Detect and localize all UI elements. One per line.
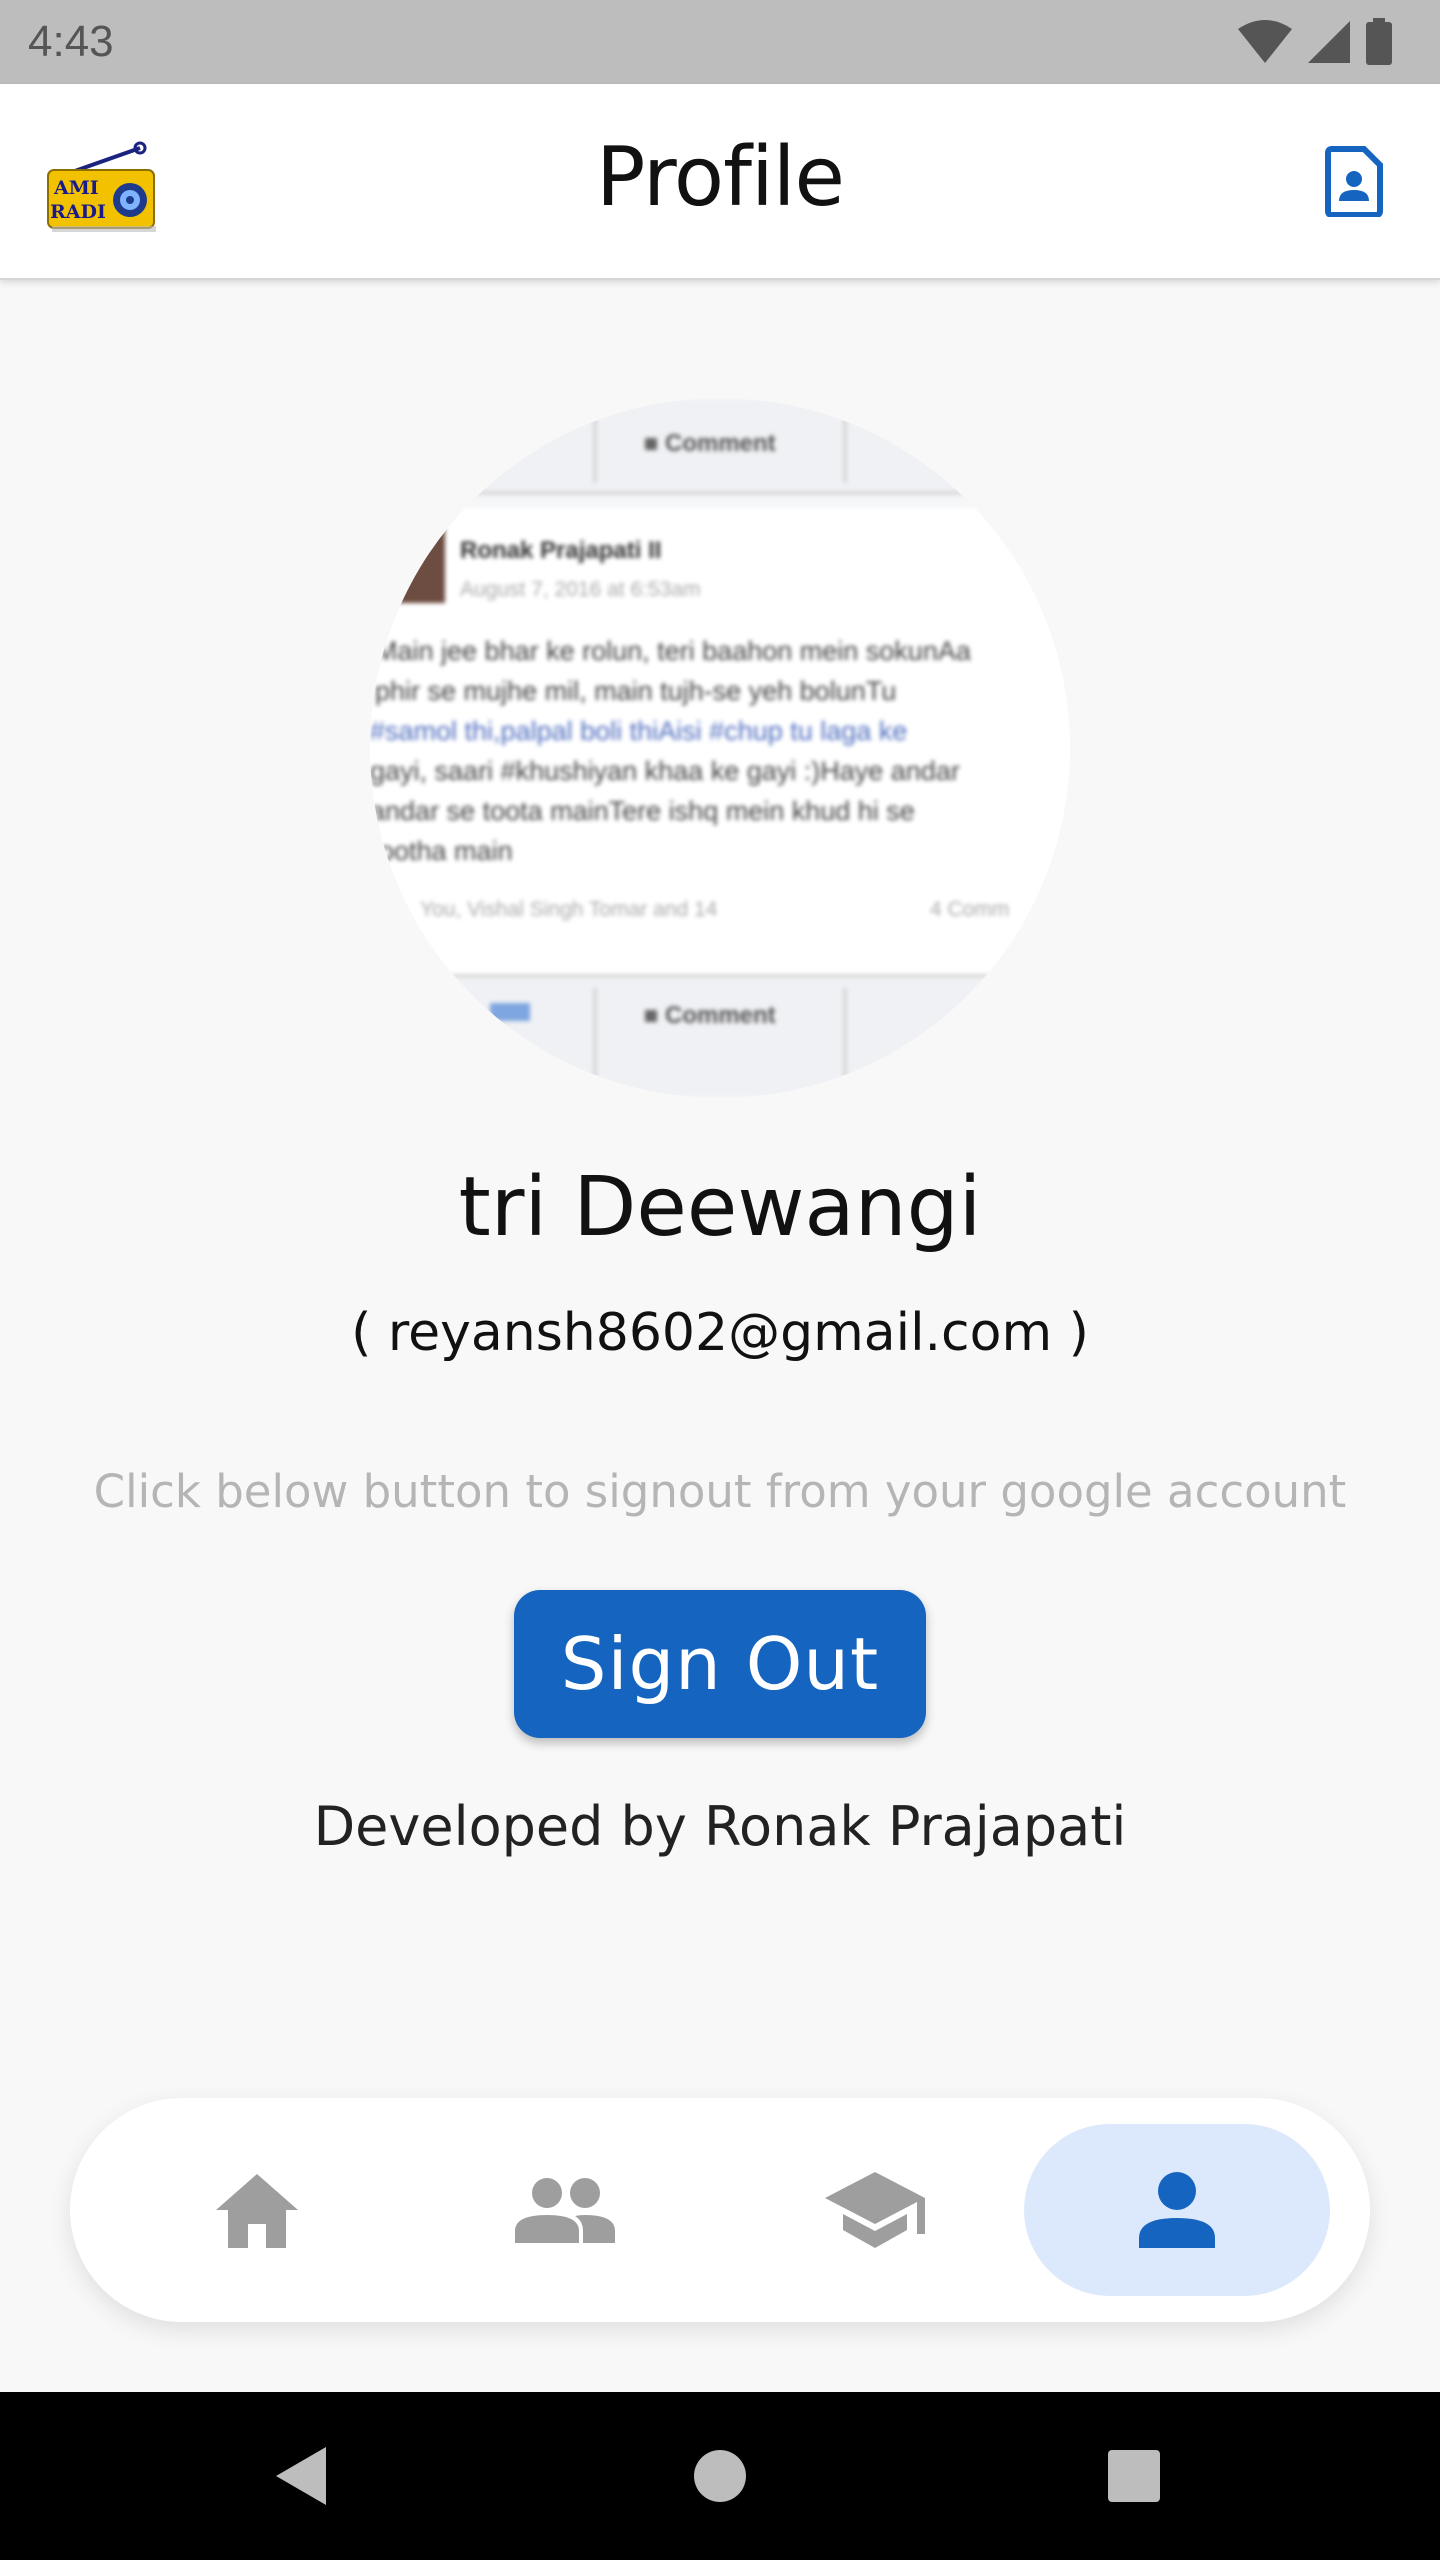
wifi-icon	[1238, 20, 1292, 63]
avatar-post-line-3: #samol thi,palpal boli thiAisi #chup tu …	[370, 716, 907, 746]
avatar-comment-label: Comment	[665, 430, 776, 457]
developer-credit: Developed by Ronak Prajapati	[313, 1795, 1127, 1858]
avatar-poster-name: Ronak Prajapati II	[460, 537, 661, 564]
signout-hint: Click below button to signout from your …	[93, 1465, 1347, 1518]
sign-out-button[interactable]: Sign Out	[514, 1590, 926, 1738]
status-icons	[1236, 18, 1394, 66]
person-icon	[1139, 2172, 1215, 2248]
user-email: ( reyansh8602@gmail.com )	[351, 1303, 1089, 1363]
contact-page-icon	[1325, 146, 1383, 217]
nav-item-profile[interactable]	[1024, 2124, 1330, 2296]
home-icon	[216, 2174, 298, 2248]
system-navigation-bar	[0, 2392, 1440, 2560]
page-title: Profile	[596, 130, 845, 225]
contact-page-button[interactable]	[1318, 142, 1392, 220]
system-recents-button[interactable]	[1084, 2392, 1184, 2560]
avatar-post-line-6: rootha main	[370, 836, 513, 866]
avatar-post-line-1: Main jee bhar ke rolun, teri baahon mein…	[375, 636, 972, 666]
avatar-post-line-5: andar se toota mainTere ishq mein khud h…	[370, 796, 915, 826]
app-bar: AMI RADI Profile	[0, 84, 1440, 280]
user-name: tri Deewangi	[458, 1160, 982, 1255]
nav-item-home[interactable]	[152, 2124, 362, 2296]
status-bar: 4:43	[0, 0, 1440, 84]
avatar-comment-label-bottom: Comment	[665, 1002, 776, 1029]
avatar-comments-count: 4 Comm	[930, 898, 1009, 921]
system-back-button[interactable]	[250, 2392, 350, 2560]
avatar-post-line-4: gayi, saari #khushiyan khaa ke gayi :)Ha…	[370, 756, 960, 786]
avatar-post-date: August 7, 2016 at 6:53am	[460, 578, 701, 601]
system-home-button[interactable]	[670, 2392, 770, 2560]
nav-item-school[interactable]	[770, 2124, 980, 2296]
signal-icon	[1308, 21, 1350, 63]
avatar-post-line-2: phir se mujhe mil, main tujh-se yeh bolu…	[375, 676, 896, 706]
people-icon	[515, 2178, 615, 2243]
profile-avatar: Comment Ronak Prajapati II August 7, 201…	[370, 398, 1070, 1098]
recents-square-icon	[1108, 2450, 1160, 2502]
school-icon	[825, 2172, 925, 2248]
status-time: 4:43	[28, 17, 114, 66]
battery-icon	[1366, 18, 1392, 65]
bottom-navigation	[70, 2098, 1370, 2322]
back-triangle-icon	[276, 2447, 326, 2505]
nav-item-people[interactable]	[460, 2124, 670, 2296]
home-circle-icon	[694, 2450, 746, 2502]
avatar-reactions: You, Vishal Singh Tomar and 14	[420, 898, 718, 921]
